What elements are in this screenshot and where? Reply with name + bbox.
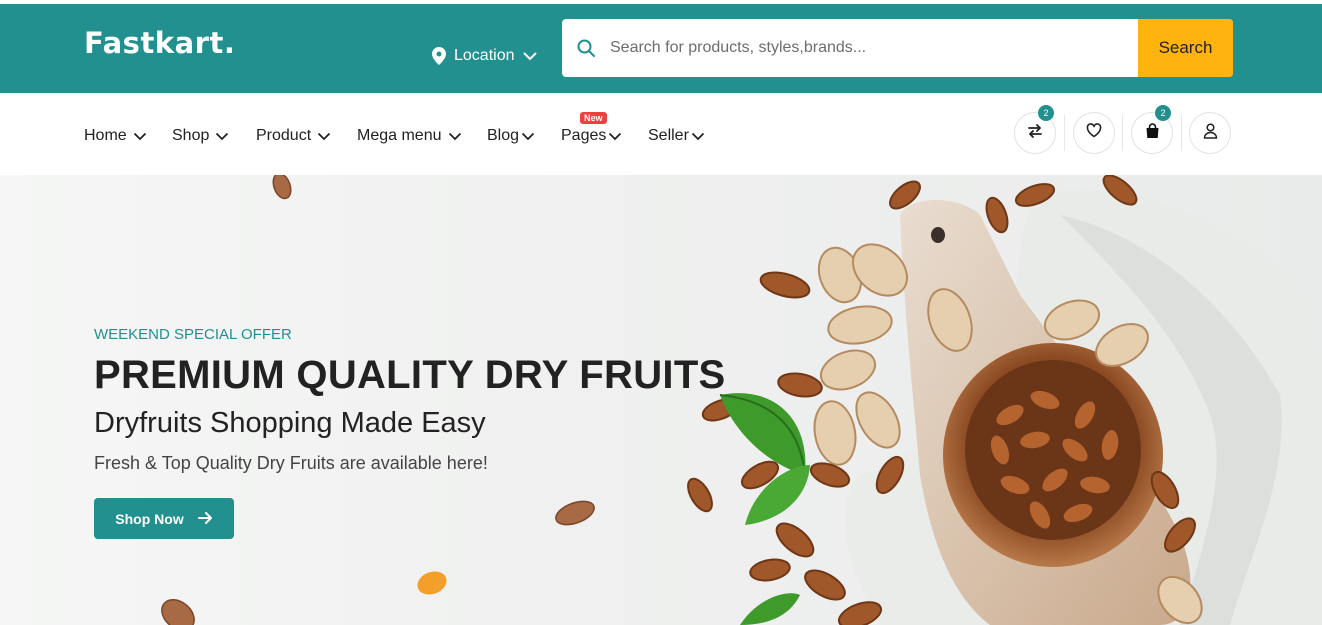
nav-item-blog[interactable]: Blog — [487, 127, 535, 145]
user-icon — [1203, 122, 1218, 144]
nav-item-shop[interactable]: Shop — [172, 127, 229, 145]
chevron-down-icon — [133, 132, 147, 141]
nav-item-label: Shop — [172, 127, 210, 144]
shop-now-label: Shop Now — [115, 510, 184, 527]
new-badge: New — [580, 112, 607, 124]
search-button[interactable]: Search — [1138, 19, 1233, 77]
search-bar: Search — [562, 19, 1233, 77]
nav-item-mega-menu[interactable]: Mega menu — [357, 127, 462, 145]
main-nav: Home Shop Product Mega menu Blog New Pag… — [0, 93, 1322, 175]
heart-icon — [1086, 123, 1102, 143]
shop-now-button[interactable]: Shop Now — [94, 498, 234, 539]
search-icon — [562, 19, 610, 77]
nav-item-label: Seller — [648, 127, 689, 144]
chevron-down-icon — [215, 132, 229, 141]
chevron-down-icon — [448, 132, 462, 141]
chevron-down-icon — [608, 132, 622, 141]
hero-description: Fresh & Top Quality Dry Fruits are avail… — [94, 453, 488, 473]
search-input[interactable] — [610, 19, 1138, 77]
nav-item-label: Blog — [487, 127, 520, 144]
nav-item-label: Product — [256, 127, 312, 144]
wishlist-button[interactable] — [1073, 112, 1115, 154]
hero-headline: PREMIUM QUALITY DRY FRUITS — [94, 353, 726, 397]
divider — [1122, 115, 1123, 151]
top-header: Fastkart. Location Search — [0, 4, 1322, 93]
account-button[interactable] — [1189, 112, 1231, 154]
nav-item-pages[interactable]: Pages — [561, 127, 622, 145]
nav-item-label: Pages — [561, 127, 607, 144]
hero-tagline: WEEKEND SPECIAL OFFER — [94, 326, 292, 343]
divider — [1181, 115, 1182, 151]
hero-subheadline: Dryfruits Shopping Made Easy — [94, 407, 486, 439]
chevron-down-icon — [691, 132, 705, 141]
hero-banner: WEEKEND SPECIAL OFFER PREMIUM QUALITY DR… — [0, 175, 1322, 625]
hero-image — [161, 175, 1322, 625]
chevron-down-icon — [521, 132, 535, 141]
divider — [1064, 115, 1065, 151]
arrow-right-icon — [197, 511, 213, 527]
shopping-bag-icon — [1145, 122, 1160, 144]
nav-item-label: Mega menu — [357, 127, 442, 144]
compare-count-badge: 2 — [1038, 105, 1054, 121]
nav-item-product[interactable]: Product — [256, 127, 331, 145]
cart-count-badge: 2 — [1155, 105, 1171, 121]
chevron-down-icon — [317, 132, 331, 141]
chevron-down-icon — [523, 52, 537, 61]
nav-item-home[interactable]: Home — [84, 127, 147, 145]
location-selector[interactable]: Location — [432, 44, 537, 68]
location-pin-icon — [432, 47, 446, 65]
compare-icon — [1027, 123, 1043, 144]
nav-item-seller[interactable]: Seller — [648, 127, 705, 145]
nav-item-label: Home — [84, 127, 127, 144]
logo[interactable]: Fastkart. — [84, 26, 235, 60]
location-label: Location — [454, 47, 515, 64]
